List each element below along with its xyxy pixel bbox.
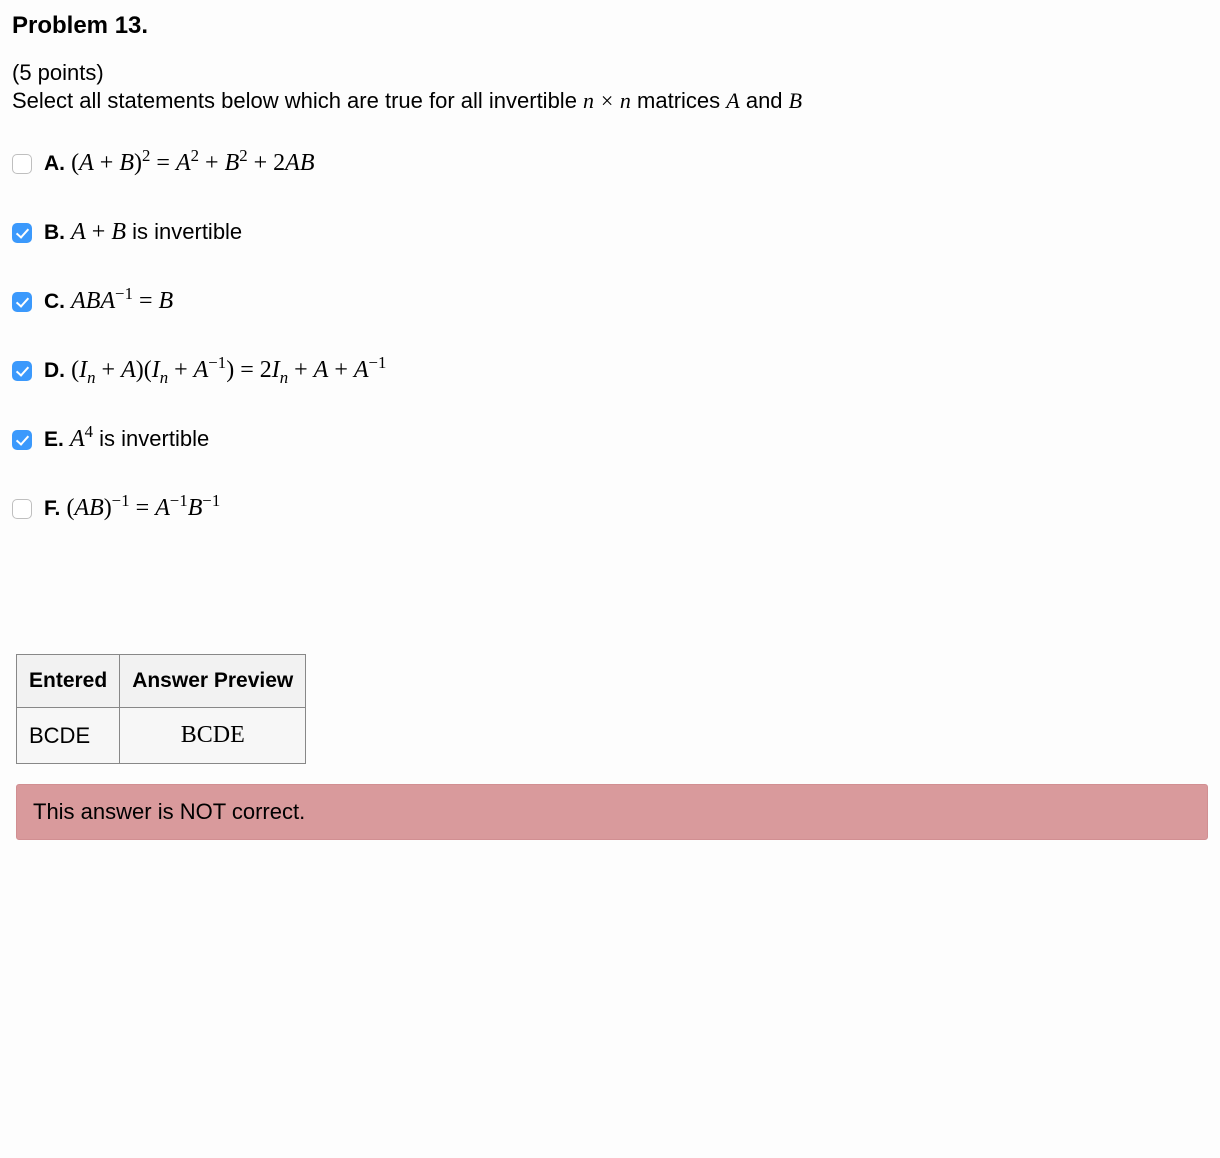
option-f-label: F.	[44, 497, 60, 520]
option-c: C. ABA−1 = B	[12, 288, 1208, 315]
table-row: BCDE BCDE	[17, 708, 306, 764]
checkbox-e[interactable]	[12, 430, 32, 450]
prompt-matrix-b: B	[789, 88, 802, 113]
problem-title: Problem 13.	[12, 12, 1208, 40]
checkbox-d[interactable]	[12, 361, 32, 381]
header-entered: Entered	[17, 655, 120, 708]
option-a: A. (A + B)2 = A2 + B2 + 2AB	[12, 150, 1208, 177]
option-b-suffix: is invertible	[126, 219, 242, 244]
checkbox-f[interactable]	[12, 499, 32, 519]
problem-prompt: Select all statements below which are tr…	[12, 88, 1208, 114]
prompt-matrix-a: A	[726, 88, 739, 113]
option-a-formula: (A + B)2 = A2 + B2 + 2AB	[71, 150, 314, 176]
option-f-formula: (AB)−1 = A−1B−1	[66, 495, 220, 521]
feedback-banner: This answer is NOT correct.	[16, 784, 1208, 840]
results-table: Entered Answer Preview BCDE BCDE	[16, 654, 306, 764]
option-e-suffix: is invertible	[93, 426, 209, 451]
checkbox-a[interactable]	[12, 154, 32, 174]
points-label: (5 points)	[12, 60, 1208, 86]
option-c-label: C.	[44, 290, 65, 313]
option-e-formula: A4	[70, 426, 93, 452]
option-d-formula: (In + A)(In + A−1) = 2In + A + A−1	[71, 357, 386, 383]
option-f: F. (AB)−1 = A−1B−1	[12, 495, 1208, 522]
option-d: D. (In + A)(In + A−1) = 2In + A + A−1	[12, 357, 1208, 384]
option-a-content: A. (A + B)2 = A2 + B2 + 2AB	[44, 150, 315, 177]
option-c-formula: ABA−1 = B	[71, 288, 173, 314]
option-e-label: E.	[44, 428, 64, 451]
checkbox-c[interactable]	[12, 292, 32, 312]
prompt-dims: n × n	[583, 88, 631, 113]
entered-value: BCDE	[17, 708, 120, 764]
prompt-text: and	[740, 88, 789, 113]
option-b-formula: A + B	[71, 219, 126, 245]
option-d-label: D.	[44, 359, 65, 382]
option-e: E. A4 is invertible	[12, 426, 1208, 453]
option-e-content: E. A4 is invertible	[44, 426, 209, 453]
option-b-label: B.	[44, 221, 65, 244]
option-a-label: A.	[44, 152, 65, 175]
option-f-content: F. (AB)−1 = A−1B−1	[44, 495, 220, 522]
option-b-content: B. A + B is invertible	[44, 219, 242, 246]
checkbox-b[interactable]	[12, 223, 32, 243]
header-preview: Answer Preview	[120, 655, 306, 708]
option-d-content: D. (In + A)(In + A−1) = 2In + A + A−1	[44, 357, 386, 384]
prompt-text: matrices	[631, 88, 726, 113]
option-c-content: C. ABA−1 = B	[44, 288, 173, 315]
prompt-text: Select all statements below which are tr…	[12, 88, 583, 113]
preview-value: BCDE	[120, 708, 306, 764]
option-b: B. A + B is invertible	[12, 219, 1208, 246]
